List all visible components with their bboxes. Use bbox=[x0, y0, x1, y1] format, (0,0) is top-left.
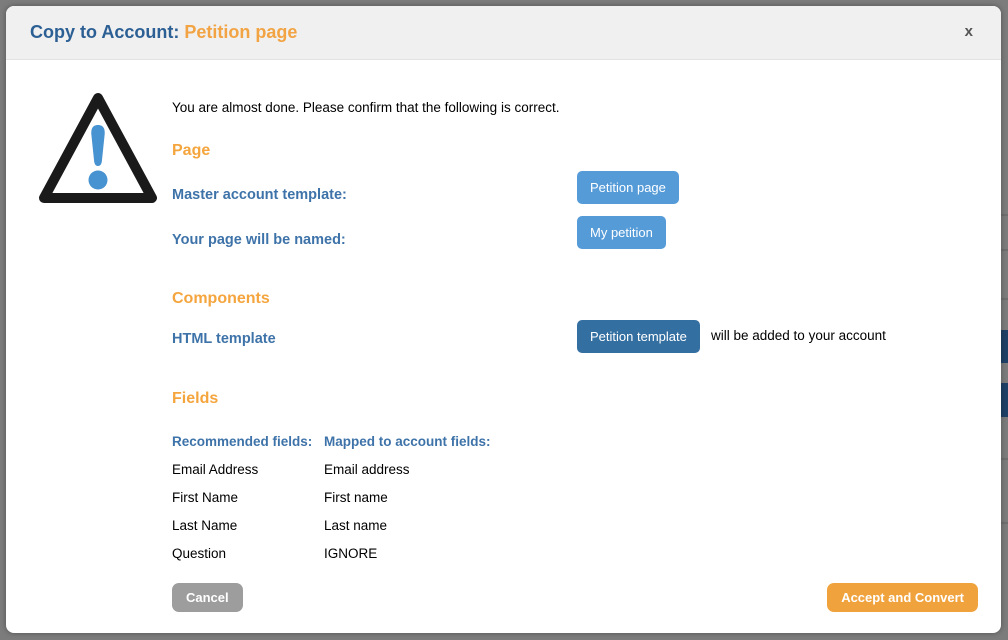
recommended-field-value: Last Name bbox=[172, 518, 237, 533]
section-heading-page: Page bbox=[172, 142, 210, 160]
dialog-title-prefix: Copy to Account: bbox=[30, 22, 184, 42]
backdrop-button-fragment bbox=[1001, 330, 1008, 363]
backdrop-line bbox=[1001, 298, 1008, 300]
recommended-field-value: Question bbox=[172, 546, 226, 561]
section-heading-fields: Fields bbox=[172, 390, 218, 408]
page-name-label: Your page will be named: bbox=[172, 232, 346, 248]
dialog-title-page-name: Petition page bbox=[184, 22, 297, 42]
dialog-header: Copy to Account: Petition page x bbox=[6, 6, 1001, 60]
cancel-button[interactable]: Cancel bbox=[172, 583, 243, 612]
confirmation-message: You are almost done. Please confirm that… bbox=[172, 100, 559, 115]
recommended-field-value: First Name bbox=[172, 490, 238, 505]
mapped-field-value: First name bbox=[324, 490, 388, 505]
accept-and-convert-button[interactable]: Accept and Convert bbox=[827, 583, 978, 612]
master-template-value-button[interactable]: Petition page bbox=[577, 171, 679, 204]
recommended-fields-header: Recommended fields: bbox=[172, 434, 312, 449]
backdrop-line bbox=[1001, 458, 1008, 460]
mapped-field-value: Email address bbox=[324, 462, 410, 477]
master-template-label: Master account template: bbox=[172, 187, 347, 203]
html-template-label: HTML template bbox=[172, 331, 276, 347]
page-name-value-button[interactable]: My petition bbox=[577, 216, 666, 249]
dialog-body: You are almost done. Please confirm that… bbox=[6, 60, 1001, 632]
close-icon[interactable]: x bbox=[965, 22, 973, 42]
backdrop-button-fragment bbox=[1001, 383, 1008, 417]
mapped-field-value: IGNORE bbox=[324, 546, 377, 561]
copy-to-account-dialog: Copy to Account: Petition page x You are… bbox=[6, 6, 1001, 633]
backdrop-line bbox=[1001, 214, 1008, 216]
dialog-title: Copy to Account: Petition page bbox=[30, 22, 297, 43]
section-heading-components: Components bbox=[172, 290, 270, 308]
mapped-fields-header: Mapped to account fields: bbox=[324, 434, 491, 449]
mapped-field-value: Last name bbox=[324, 518, 387, 533]
html-template-value-button[interactable]: Petition template bbox=[577, 320, 700, 353]
warning-triangle-icon bbox=[34, 88, 162, 223]
backdrop-line bbox=[1001, 249, 1008, 251]
recommended-field-value: Email Address bbox=[172, 462, 258, 477]
html-template-suffix-text: will be added to your account bbox=[711, 328, 886, 343]
backdrop-line bbox=[1001, 522, 1008, 524]
